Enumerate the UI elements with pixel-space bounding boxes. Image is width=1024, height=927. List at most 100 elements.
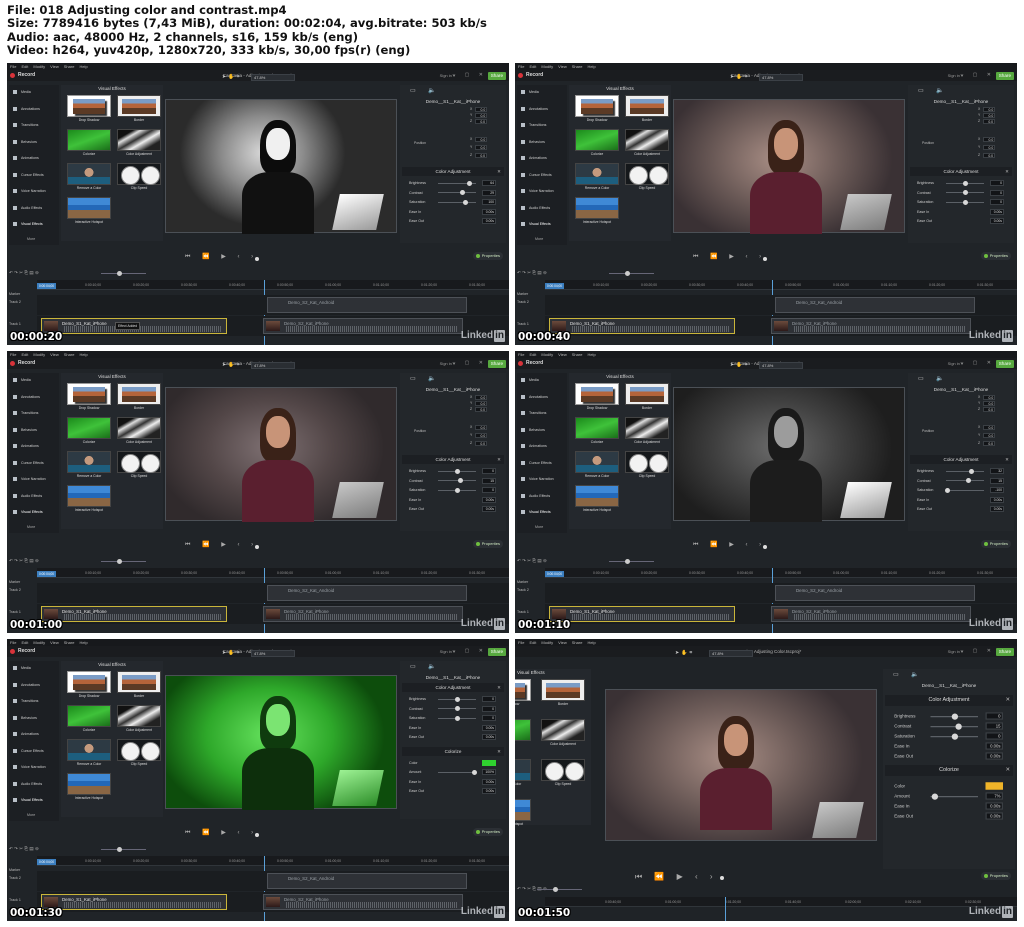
remove-effect-icon[interactable]: ✕	[1005, 695, 1010, 706]
property-value[interactable]: 15	[482, 477, 496, 484]
timeline-zoom-slider[interactable]	[609, 270, 654, 276]
property-value[interactable]: 0.00s	[985, 742, 1003, 750]
position-value[interactable]: 0.0	[983, 153, 996, 158]
effect-tile[interactable]: Clip Speed	[625, 163, 669, 190]
menu-item[interactable]: View	[50, 640, 59, 645]
properties-button[interactable]: Properties	[980, 540, 1011, 548]
properties-tab-icon[interactable]: ▭	[410, 87, 416, 95]
property-value[interactable]: 0	[990, 199, 1004, 205]
property-value[interactable]: 7%	[985, 792, 1003, 800]
position-value[interactable]: 0.0	[475, 145, 488, 150]
effect-tile[interactable]: Color Adjustment	[117, 129, 161, 156]
zoom-select[interactable]: 47.8%	[251, 74, 295, 81]
property-value[interactable]: -100	[990, 487, 1004, 493]
property-slider[interactable]	[438, 201, 476, 203]
track-2-clip[interactable]: Demo_S2_Kat_Android	[775, 585, 975, 601]
sidebar-item[interactable]: Visual Effects	[13, 508, 43, 516]
canvas-tools[interactable]: ➤✋⌗	[222, 361, 241, 369]
sidebar-item[interactable]: Annotations	[521, 393, 548, 401]
sidebar-item[interactable]: Behaviors	[13, 426, 37, 434]
sidebar-item[interactable]: Media	[521, 376, 539, 384]
property-value[interactable]: 0.00s	[482, 778, 496, 785]
remove-effect-icon[interactable]: ✕	[497, 167, 501, 176]
menu-item[interactable]: Edit	[21, 352, 28, 357]
axis-value[interactable]: 0.0	[983, 407, 996, 412]
playback-controls[interactable]: ⏮ ⏪ ▶ ‹ ›	[185, 829, 258, 837]
menu-item[interactable]: View	[558, 352, 567, 357]
more-button[interactable]: More	[27, 811, 35, 819]
position-value[interactable]: 0.0	[983, 137, 996, 142]
property-value[interactable]: 0	[990, 189, 1004, 196]
effect-tile[interactable]: Drop Shadow	[575, 383, 619, 410]
window-controls[interactable]: – ▢ ✕	[961, 70, 995, 81]
property-value[interactable]: 0	[482, 696, 496, 702]
sidebar-item[interactable]: Cursor Effects	[521, 459, 552, 467]
sidebar-item[interactable]: Audio Effects	[13, 492, 42, 500]
timeline-zoom-slider[interactable]	[101, 846, 146, 852]
property-value[interactable]: 100	[482, 199, 496, 205]
property-value[interactable]: 0.00s	[990, 218, 1004, 224]
effect-tile[interactable]: Colorize	[575, 417, 619, 444]
effect-tile[interactable]: Remove a Color	[67, 739, 111, 766]
track-1-clip[interactable]: Demo_S1_Kat_iPhone	[549, 606, 735, 622]
timeline-zoom-slider[interactable]	[101, 558, 146, 564]
track-1-clip[interactable]: Demo_S1_Kat_iPhone	[41, 606, 227, 622]
track-1-clip-2[interactable]: Demo_S2_Kat_iPhone	[263, 318, 463, 334]
share-button[interactable]: Share	[487, 72, 506, 80]
zoom-select[interactable]: 47.8%	[759, 362, 803, 369]
canvas-tools[interactable]: ➤✋⌗	[675, 649, 694, 657]
position-value[interactable]: 0.0	[475, 433, 488, 438]
playback-controls[interactable]: ⏮ ⏪ ▶ ‹ ›	[635, 873, 718, 881]
position-value[interactable]: 0.0	[983, 145, 996, 150]
slider-knob[interactable]	[969, 468, 975, 474]
menu-item[interactable]: Share	[64, 640, 75, 645]
preview-scrubber[interactable]	[763, 545, 767, 549]
audio-tab-icon[interactable]: 🔈	[936, 375, 943, 383]
property-value[interactable]: 0.00s	[482, 788, 496, 794]
slider-knob[interactable]	[462, 199, 468, 205]
timeline-tool-icons[interactable]: ↶ ↷ ✂ ⎘ ▤ ⊖	[517, 558, 547, 563]
menu-item[interactable]: Edit	[21, 64, 28, 69]
playback-controls[interactable]: ⏮ ⏪ ▶ ‹ ›	[693, 541, 766, 549]
menu-item[interactable]: Modify	[33, 64, 45, 69]
sidebar-item[interactable]: Cursor Effects	[13, 747, 44, 755]
menu-item[interactable]: Share	[64, 352, 75, 357]
axis-value[interactable]: 0.0	[475, 407, 488, 412]
properties-button[interactable]: Properties	[472, 540, 503, 548]
menu-item[interactable]: Modify	[33, 352, 45, 357]
property-value[interactable]: 64	[482, 180, 496, 186]
zoom-select[interactable]: 47.8%	[709, 650, 753, 657]
axis-value[interactable]: 0.0	[983, 113, 996, 118]
property-slider[interactable]	[438, 771, 476, 773]
video-canvas[interactable]	[165, 99, 397, 234]
menu-item[interactable]: Share	[572, 352, 583, 357]
audio-tab-icon[interactable]: 🔈	[428, 663, 435, 671]
effect-tile[interactable]: Clip Speed	[625, 451, 669, 478]
property-value[interactable]: 0.00s	[985, 752, 1003, 760]
track-1-clip-2[interactable]: Demo_S2_Kat_iPhone	[263, 894, 463, 910]
property-value[interactable]: 0	[985, 712, 1003, 720]
property-value[interactable]: 32	[990, 468, 1004, 474]
sidebar-item[interactable]: Transitions	[13, 409, 38, 417]
sidebar-item[interactable]: Voice Narration	[521, 475, 554, 483]
position-value[interactable]: 0.0	[475, 425, 488, 430]
effect-tile[interactable]: Color Adjustment	[625, 417, 669, 444]
slider-knob[interactable]	[951, 712, 958, 720]
timeline-zoom-slider[interactable]	[537, 886, 582, 892]
playback-controls[interactable]: ⏮ ⏪ ▶ ‹ ›	[185, 541, 258, 549]
sidebar-item[interactable]: Behaviors	[521, 138, 545, 146]
property-value[interactable]: 0.00s	[990, 208, 1004, 215]
timeline-zoom-slider[interactable]	[609, 558, 654, 564]
menu-item[interactable]: File	[10, 640, 16, 645]
effect-tile[interactable]: Colorize	[575, 129, 619, 156]
property-value[interactable]: 0.00s	[985, 802, 1003, 810]
properties-button[interactable]: Properties	[472, 252, 503, 260]
axis-value[interactable]: 0.0	[983, 401, 996, 406]
position-value[interactable]: 0.0	[983, 441, 996, 446]
property-value[interactable]: 0	[990, 180, 1004, 186]
menu-item[interactable]: View	[50, 352, 59, 357]
slider-knob[interactable]	[963, 180, 968, 186]
properties-button[interactable]: Properties	[980, 872, 1011, 880]
effect-tile[interactable]: Colorize	[67, 129, 111, 156]
axis-value[interactable]: 0.0	[475, 107, 488, 112]
